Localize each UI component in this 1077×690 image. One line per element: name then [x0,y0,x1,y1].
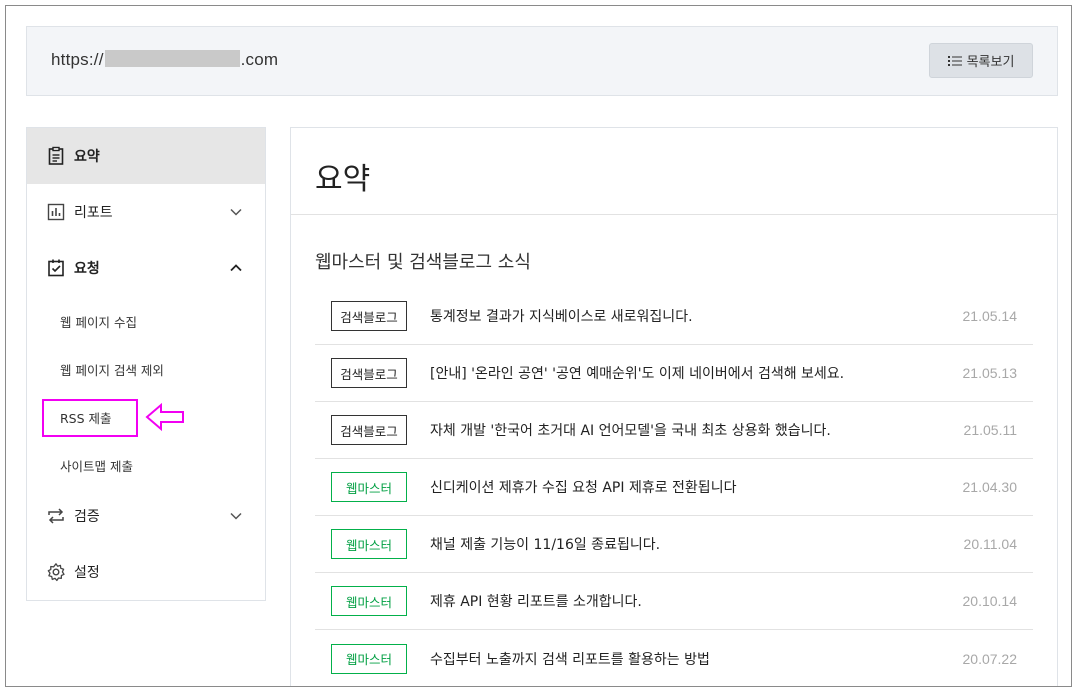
news-title[interactable]: 채널 제출 기능이 11/16일 종료됩니다. [430,534,1033,554]
site-url-suffix: .com [240,50,279,69]
sidebar-subitem-sitemap-submit[interactable]: 사이트맵 제출 [60,456,133,475]
news-tag: 검색블로그 [331,301,407,331]
chevron-down-icon [230,512,242,520]
sidebar-item-request[interactable]: 요청 [27,240,265,296]
news-title[interactable]: 통계정보 결과가 지식베이스로 새로워집니다. [430,306,1033,326]
site-url: https:// .com [51,50,278,70]
chevron-up-icon [230,264,242,272]
arrow-left-icon [145,402,184,432]
news-row[interactable]: 웹마스터 신디케이션 제휴가 수집 요청 API 제휴로 전환됩니다 21.04… [315,459,1033,516]
browser-frame: https:// .com 목록보기 요약 리포트 요청 웹 페이지 수집 웹 페… [5,5,1072,687]
repeat-icon [48,508,64,524]
news-title[interactable]: 신디케이션 제휴가 수집 요청 API 제휴로 전환됩니다 [430,477,1033,497]
sidebar-item-settings[interactable]: 설정 [27,544,265,600]
news-date: 20.07.22 [962,650,1018,667]
main-panel: 요약 웹마스터 및 검색블로그 소식 검색블로그 통계정보 결과가 지식베이스로… [290,127,1058,686]
news-list: 검색블로그 통계정보 결과가 지식베이스로 새로워집니다. 21.05.14 검… [315,288,1033,686]
news-date: 20.10.14 [962,593,1018,609]
news-row[interactable]: 웹마스터 수집부터 노출까지 검색 리포트를 활용하는 방법 20.07.22 [315,630,1033,686]
sidebar-subitem-web-page-collect[interactable]: 웹 페이지 수집 [60,312,137,331]
news-date: 21.05.11 [963,422,1017,438]
sidebar-item-summary[interactable]: 요약 [27,128,265,184]
news-title[interactable]: 제휴 API 현황 리포트를 소개합니다. [430,591,1033,611]
news-row[interactable]: 검색블로그 자체 개발 '한국어 초거대 AI 언어모델'을 국내 최초 상용화… [315,402,1033,459]
section-title: 웹마스터 및 검색블로그 소식 [315,252,531,273]
sidebar-item-verify[interactable]: 검증 [27,488,265,544]
sidebar: 요약 리포트 요청 웹 페이지 수집 웹 페이지 검색 제외 RSS 제출 사이… [26,127,266,601]
site-header-bar: https:// .com 목록보기 [26,26,1058,96]
sidebar-item-label: 리포트 [74,205,113,221]
redacted-domain [104,50,240,67]
site-url-prefix: https:// [51,50,104,69]
news-title[interactable]: [안내] '온라인 공연' '공연 예매순위'도 이제 네이버에서 검색해 보세… [430,363,1033,383]
news-tag: 웹마스터 [331,472,407,502]
list-view-label: 목록보기 [966,55,1015,70]
sidebar-subitem-web-page-exclude[interactable]: 웹 페이지 검색 제외 [60,360,164,379]
page-title: 요약 [315,162,371,197]
news-date: 20.11.04 [963,536,1017,552]
clipboard-icon [48,146,64,165]
news-tag: 웹마스터 [331,643,407,674]
sidebar-item-report[interactable]: 리포트 [27,184,265,240]
news-tag: 웹마스터 [331,586,407,616]
news-date: 21.05.14 [962,308,1018,324]
news-tag: 검색블로그 [331,415,407,445]
sidebar-item-label: 요약 [74,149,100,165]
sidebar-item-label: 설정 [74,565,100,581]
chart-icon [47,203,65,221]
gear-icon [47,563,65,582]
news-date: 21.05.13 [962,365,1018,381]
title-divider [291,214,1057,215]
chevron-down-icon [230,208,242,216]
rss-highlight-box [42,399,138,437]
list-view-button[interactable]: 목록보기 [929,43,1033,78]
list-icon [947,55,962,66]
news-tag: 검색블로그 [331,358,407,388]
sidebar-item-label: 요청 [74,261,100,277]
sidebar-item-label: 검증 [74,509,100,525]
news-title[interactable]: 자체 개발 '한국어 초거대 AI 언어모델'을 국내 최초 상용화 했습니다. [430,420,1033,440]
news-title[interactable]: 수집부터 노출까지 검색 리포트를 활용하는 방법 [430,649,1033,669]
news-row[interactable]: 웹마스터 제휴 API 현황 리포트를 소개합니다. 20.10.14 [315,573,1033,630]
news-row[interactable]: 검색블로그 통계정보 결과가 지식베이스로 새로워집니다. 21.05.14 [315,288,1033,345]
news-row[interactable]: 웹마스터 채널 제출 기능이 11/16일 종료됩니다. 20.11.04 [315,516,1033,573]
news-date: 21.04.30 [962,479,1018,495]
news-tag: 웹마스터 [331,529,407,559]
clipboard-check-icon [48,259,64,277]
news-row[interactable]: 검색블로그 [안내] '온라인 공연' '공연 예매순위'도 이제 네이버에서 … [315,345,1033,402]
